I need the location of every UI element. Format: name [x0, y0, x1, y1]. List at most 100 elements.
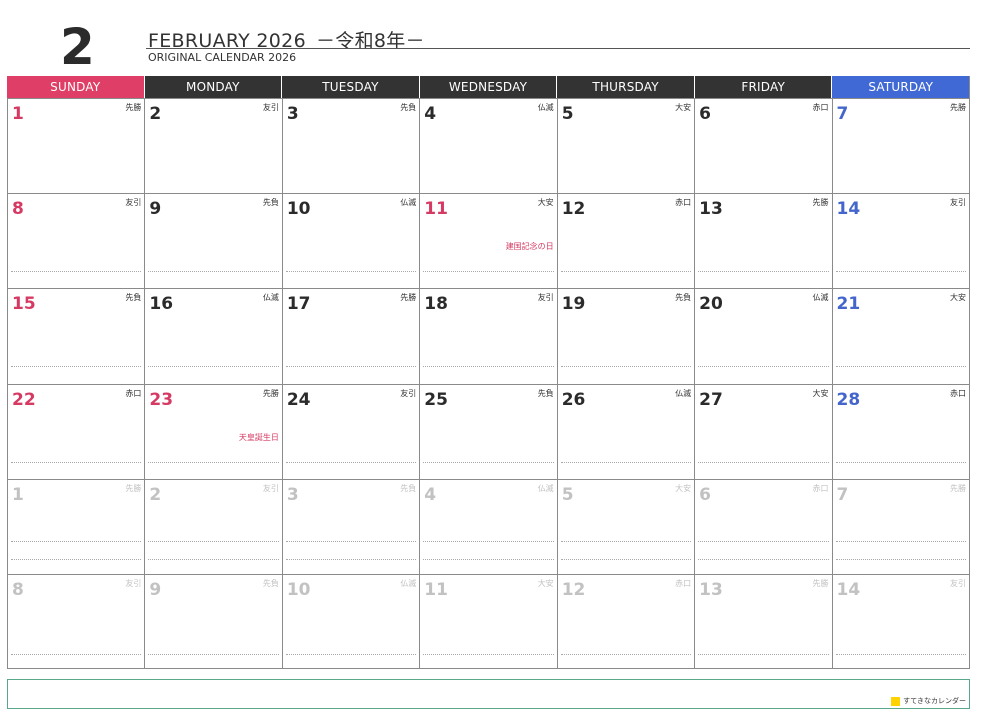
- rokuyo-label: 先負: [675, 293, 692, 303]
- day-cell[interactable]: 21 大安: [831, 288, 969, 384]
- week-row: 1 先勝 2 友引 3 先負 4 仏滅 5 大安 6 赤口 7 先勝: [7, 98, 969, 194]
- day-cell[interactable]: 18 友引: [419, 288, 557, 384]
- dotted-line: [835, 271, 966, 273]
- day-number: 22: [12, 389, 36, 410]
- day-number: 2: [149, 484, 162, 505]
- day-cell[interactable]: 6 赤口: [694, 478, 832, 574]
- day-cell[interactable]: 1 先勝: [7, 98, 145, 194]
- day-cell[interactable]: 4 仏滅: [419, 478, 557, 574]
- day-cell[interactable]: 15 先負: [7, 288, 145, 384]
- day-cell[interactable]: 16 仏滅: [144, 288, 282, 384]
- rokuyo-label: 先負: [125, 293, 142, 303]
- dotted-line: [11, 540, 142, 542]
- day-cell[interactable]: 17 先勝: [281, 288, 420, 384]
- day-number: 5: [561, 104, 574, 124]
- day-cell[interactable]: 5 大安: [556, 98, 695, 194]
- day-number: 3: [286, 484, 299, 505]
- day-number: 12: [561, 579, 586, 600]
- day-cell[interactable]: 11 大安 建国記念の日: [419, 193, 557, 289]
- day-cell[interactable]: 24 友引: [281, 383, 420, 479]
- day-cell[interactable]: 10 仏滅: [281, 573, 420, 670]
- rokuyo-label: 大安: [675, 103, 692, 112]
- dotted-line: [285, 653, 417, 655]
- dotted-line: [423, 271, 554, 273]
- day-cell[interactable]: 7 先勝: [831, 478, 969, 574]
- day-number: 6: [699, 104, 711, 124]
- day-number: 17: [286, 294, 311, 315]
- weekday-header-saturday: SATURDAY: [831, 76, 970, 98]
- day-cell[interactable]: 22 赤口: [7, 383, 145, 479]
- dotted-line: [560, 540, 692, 542]
- dotted-line: [423, 540, 554, 542]
- day-number: 18: [424, 294, 448, 315]
- dotted-line: [835, 461, 966, 463]
- rokuyo-label: 先勝: [949, 483, 966, 493]
- day-number: 27: [699, 389, 723, 410]
- dotted-line: [423, 461, 554, 463]
- rokuyo-label: 仏滅: [812, 293, 829, 303]
- logo-square-icon: [891, 696, 901, 706]
- day-cell[interactable]: 12 赤口: [556, 573, 695, 670]
- day-cell[interactable]: 10 仏滅: [281, 193, 420, 289]
- dotted-line: [835, 540, 966, 542]
- day-cell[interactable]: 14 友引: [831, 193, 969, 289]
- rokuyo-label: 大安: [537, 198, 554, 208]
- day-cell[interactable]: 2 友引: [144, 478, 282, 574]
- day-cell[interactable]: 11 大安: [419, 573, 557, 670]
- day-cell[interactable]: 25 先負: [419, 383, 557, 479]
- day-cell[interactable]: 14 友引: [831, 573, 969, 670]
- dotted-line: [698, 540, 829, 542]
- day-cell[interactable]: 19 先負: [556, 288, 695, 384]
- day-cell[interactable]: 20 仏滅: [694, 288, 832, 384]
- dotted-line: [560, 653, 692, 655]
- day-number: 14: [836, 579, 861, 600]
- day-cell[interactable]: 6 赤口: [694, 98, 832, 194]
- week-row: 15 先負 16 仏滅 17 先勝 18 友引 19 先負 20 仏滅 21 大安: [7, 288, 969, 384]
- day-number: 20: [699, 294, 723, 315]
- day-cell[interactable]: 13 先勝: [694, 573, 832, 670]
- dotted-line: [285, 558, 417, 560]
- day-cell[interactable]: 23 先勝 天皇誕生日: [144, 383, 282, 479]
- day-cell[interactable]: 3 先負: [281, 98, 420, 194]
- day-number: 5: [561, 484, 574, 505]
- day-cell[interactable]: 4 仏滅: [419, 98, 557, 194]
- day-number: 6: [699, 484, 711, 505]
- day-number: 4: [424, 104, 437, 124]
- notes-area[interactable]: すてきなカレンダー: [7, 679, 970, 709]
- day-cell[interactable]: 26 仏滅: [556, 383, 695, 479]
- day-cell[interactable]: 27 大安: [694, 383, 832, 479]
- rokuyo-label: 大安: [949, 293, 966, 303]
- rokuyo-label: 仏滅: [400, 198, 417, 208]
- day-cell[interactable]: 9 先負: [144, 193, 282, 289]
- day-cell[interactable]: 8 友引: [7, 193, 145, 289]
- day-number: 19: [561, 294, 586, 315]
- day-number: 7: [836, 484, 849, 505]
- day-cell[interactable]: 2 友引: [144, 98, 282, 194]
- day-cell[interactable]: 28 赤口: [831, 383, 969, 479]
- dotted-line: [835, 366, 966, 368]
- day-number: 15: [12, 294, 36, 315]
- calendar-grid: SUNDAY MONDAY TUESDAY WEDNESDAY THURSDAY…: [7, 76, 970, 670]
- day-cell[interactable]: 5 大安: [556, 478, 695, 574]
- day-number: 1: [12, 104, 24, 124]
- day-cell[interactable]: 1 先勝: [7, 478, 145, 574]
- dotted-line: [560, 461, 692, 463]
- day-number: 3: [286, 104, 299, 124]
- day-cell[interactable]: 12 赤口: [556, 193, 695, 289]
- day-cell[interactable]: 3 先負: [281, 478, 420, 574]
- day-cell[interactable]: 8 友引: [7, 573, 145, 670]
- weekday-header-sunday: SUNDAY: [7, 76, 144, 98]
- calendar-subtitle: ORIGINAL CALENDAR 2026: [148, 51, 297, 64]
- day-number: 12: [561, 199, 586, 220]
- day-cell[interactable]: 7 先勝: [831, 98, 969, 194]
- rokuyo-label: 友引: [125, 578, 142, 588]
- dotted-line: [285, 461, 417, 463]
- dotted-line: [285, 271, 417, 273]
- day-cell[interactable]: 13 先勝: [694, 193, 832, 289]
- dotted-line: [835, 558, 966, 560]
- rokuyo-label: 先勝: [125, 483, 142, 493]
- day-number: 2: [149, 104, 162, 124]
- day-cell[interactable]: 9 先負: [144, 573, 282, 670]
- rokuyo-label: 友引: [949, 198, 966, 208]
- day-number: 10: [286, 579, 311, 600]
